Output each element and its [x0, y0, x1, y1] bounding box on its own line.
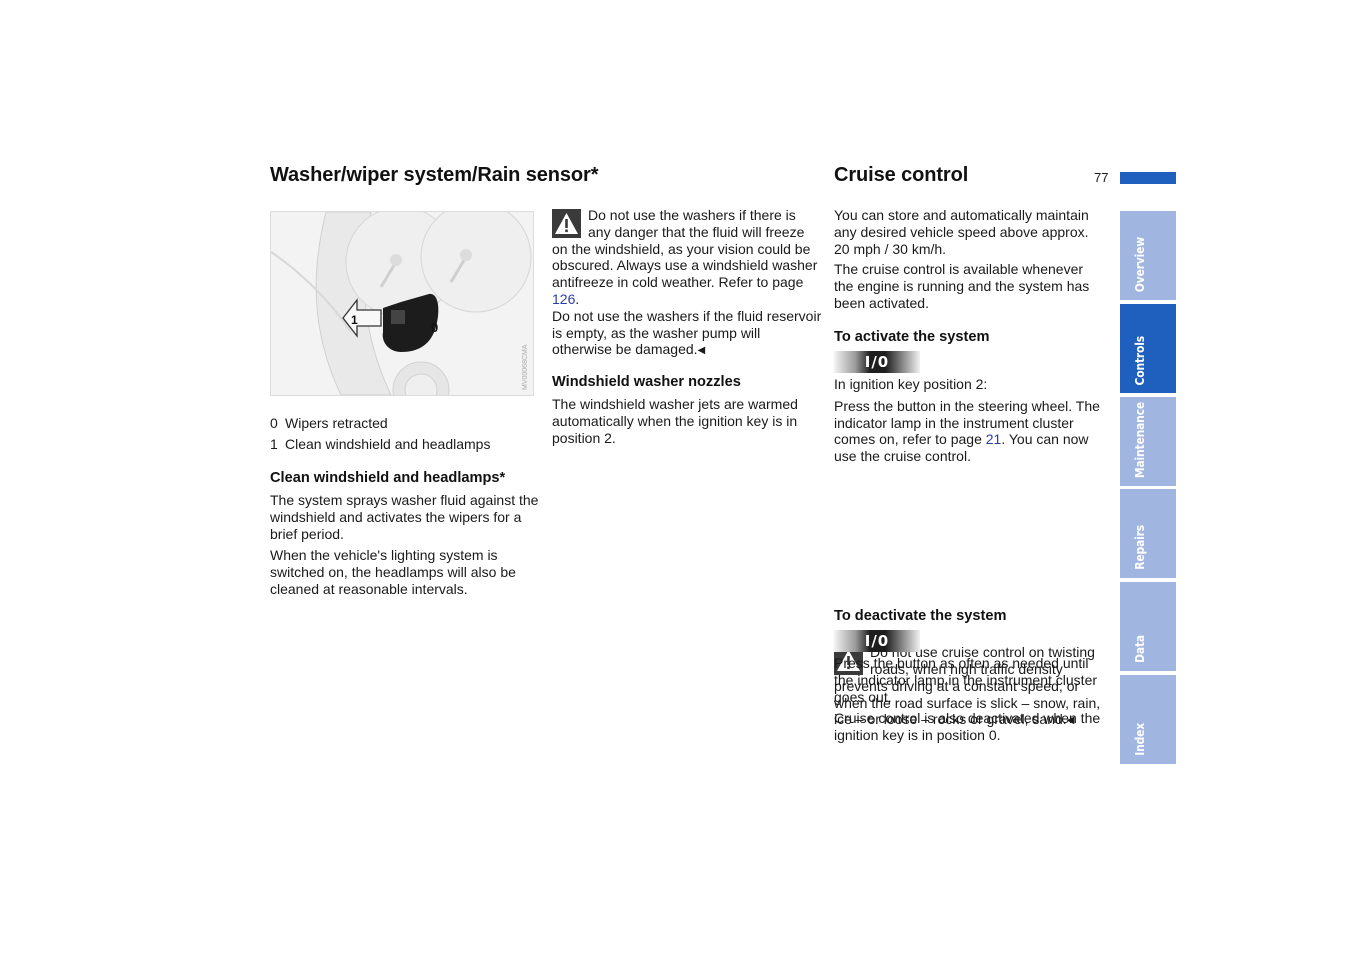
page-link-126[interactable]: 126 — [552, 291, 575, 307]
section-clean-windshield: Clean windshield and headlamps* The syst… — [270, 470, 540, 598]
side-tab-index[interactable]: Index — [1120, 675, 1176, 764]
page-number: 77 — [1094, 170, 1109, 185]
section-activate: To activate the system I/0 In ignition k… — [834, 329, 1104, 465]
page-link-21[interactable]: 21 — [986, 431, 1002, 447]
section-washer-nozzles: Windshield washer nozzles The windshield… — [552, 374, 822, 446]
warning-washers: Do not use the washers if there is any d… — [552, 207, 822, 358]
paragraph: You can store and automatically maintain… — [834, 207, 1089, 257]
paragraph: The windshield washer jets are warmed au… — [552, 396, 798, 446]
wiper-stalk-figure: 1 0 MV00068CMA — [270, 211, 534, 396]
paragraph: The cruise control is available whenever… — [834, 261, 1090, 311]
paragraph: Press the button in the steering wheel. … — [834, 397, 1100, 465]
section-heading: To deactivate the system — [834, 608, 1007, 624]
warning-triangle-icon — [552, 209, 581, 238]
cruise-button-icon: I/0 — [834, 630, 920, 652]
header-accent-bar — [1120, 172, 1176, 184]
paragraph: In ignition key position 2: — [834, 376, 988, 392]
section-title-washer: Washer/wiper system/Rain sensor* — [270, 164, 599, 186]
section-title-cruise: Cruise control — [834, 164, 969, 186]
cruise-button-icon: I/0 — [834, 351, 920, 373]
side-tab-overview[interactable]: Overview — [1120, 211, 1176, 300]
figure-illustration: 1 0 MV00068CMA — [271, 212, 533, 395]
section-heading: Windshield washer nozzles — [552, 374, 741, 390]
paragraph: Cruise control is also deactivated when … — [834, 710, 1101, 744]
side-tab-repairs[interactable]: Repairs — [1120, 489, 1176, 578]
cruise-intro: You can store and automatically maintain… — [834, 207, 1104, 312]
figure-code: MV00068CMA — [522, 344, 529, 390]
side-tab-controls[interactable]: Controls — [1120, 304, 1176, 393]
paragraph: When the vehicle's lighting system is sw… — [270, 547, 516, 597]
section-heading: To activate the system — [834, 329, 990, 345]
legend-item: 0 Wipers retracted — [270, 415, 388, 431]
figure-label-0: 0 — [431, 320, 438, 335]
paragraph: The system sprays washer fluid against t… — [270, 492, 539, 542]
legend-item: 1 Clean windshield and headlamps — [270, 436, 491, 452]
end-mark-icon: ◀ — [697, 345, 706, 357]
section-heading: Clean windshield and headlamps* — [270, 470, 506, 486]
section-deactivate: To deactivate the system I/0 Press the b… — [834, 608, 1104, 744]
paragraph: Press the button as often as needed unti… — [834, 655, 1098, 705]
side-tab-maintenance[interactable]: Maintenance — [1120, 397, 1176, 486]
figure-label-1: 1 — [351, 313, 358, 327]
figure-legend: 0 Wipers retracted 1 Clean windshield and … — [270, 413, 540, 455]
side-tab-data[interactable]: Data — [1120, 582, 1176, 671]
